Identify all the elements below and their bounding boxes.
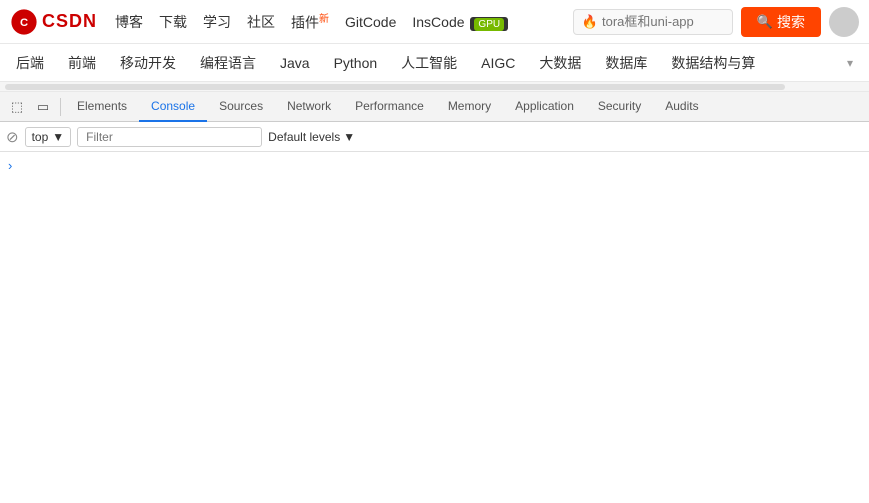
- tab-network[interactable]: Network: [275, 92, 343, 122]
- second-nav-proglang[interactable]: 编程语言: [200, 53, 256, 73]
- console-toolbar: ⊘ top ▼ Default levels ▼: [0, 122, 869, 152]
- second-nav: 后端 前端 移动开发 编程语言 Java Python 人工智能 AIGC 大数…: [0, 44, 869, 82]
- nav-link-community[interactable]: 社区: [247, 12, 275, 32]
- search-input[interactable]: [602, 14, 722, 29]
- gpu-badge: GPU: [474, 18, 504, 31]
- nav-link-learn[interactable]: 学习: [203, 12, 231, 32]
- tab-security[interactable]: Security: [586, 92, 653, 122]
- context-select[interactable]: top ▼: [25, 127, 72, 147]
- scroll-bar-area[interactable]: [0, 82, 869, 92]
- nav-link-gitcode[interactable]: GitCode: [345, 14, 396, 30]
- console-prompt-arrow[interactable]: ›: [8, 156, 861, 176]
- scroll-thumb: [5, 84, 785, 90]
- logo[interactable]: C CSDN: [10, 8, 97, 36]
- new-badge: 新: [319, 14, 329, 25]
- nav-link-inscode[interactable]: InsCode GPU: [412, 14, 508, 30]
- dropdown-arrow-icon: ▼: [52, 130, 64, 144]
- search-icon: 🔍: [757, 14, 773, 30]
- second-nav-datastruct[interactable]: 数据结构与算: [671, 53, 755, 73]
- inspector-button[interactable]: ⬚: [4, 94, 30, 120]
- search-area: 🔥 🔍 搜索: [573, 7, 859, 37]
- devtools-tabs: Elements Console Sources Network Perform…: [65, 92, 865, 122]
- mobile-button[interactable]: ▭: [30, 94, 56, 120]
- logo-icon: C: [10, 8, 38, 36]
- inspector-icon: ⬚: [11, 99, 23, 115]
- second-nav-java[interactable]: Java: [280, 55, 310, 71]
- main-content: ⬚ ▭ Elements Console Sources Network Per…: [0, 82, 869, 503]
- tab-console[interactable]: Console: [139, 92, 207, 122]
- logo-text: CSDN: [42, 11, 97, 32]
- second-nav-python[interactable]: Python: [334, 55, 378, 71]
- second-nav-db[interactable]: 数据库: [605, 53, 647, 73]
- second-nav-frontend[interactable]: 前端: [68, 53, 96, 73]
- devtools-separator: [60, 98, 61, 116]
- fire-icon: 🔥: [582, 14, 598, 30]
- second-nav-ai[interactable]: 人工智能: [401, 53, 457, 73]
- tab-performance[interactable]: Performance: [343, 92, 436, 122]
- console-area[interactable]: ›: [0, 152, 869, 503]
- nav-link-plugin[interactable]: 插件新: [291, 10, 329, 33]
- tab-sources[interactable]: Sources: [207, 92, 275, 122]
- search-button[interactable]: 🔍 搜索: [741, 7, 821, 37]
- top-nav-links: 博客 下载 学习 社区 插件新 GitCode InsCode GPU: [115, 10, 555, 33]
- levels-arrow-icon: ▼: [343, 130, 355, 144]
- second-nav-aigc[interactable]: AIGC: [481, 55, 515, 71]
- inscode-badge: GPU: [470, 17, 508, 31]
- avatar[interactable]: [829, 7, 859, 37]
- second-nav-bigdata[interactable]: 大数据: [539, 53, 581, 73]
- mobile-icon: ▭: [37, 99, 49, 115]
- nav-link-blog[interactable]: 博客: [115, 12, 143, 32]
- second-nav-mobile[interactable]: 移动开发: [120, 53, 176, 73]
- tab-audits[interactable]: Audits: [653, 92, 710, 122]
- svg-text:C: C: [20, 17, 28, 29]
- search-input-wrap: 🔥: [573, 9, 733, 35]
- second-nav-backend[interactable]: 后端: [16, 53, 44, 73]
- levels-select[interactable]: Default levels ▼: [268, 130, 355, 144]
- tab-memory[interactable]: Memory: [436, 92, 503, 122]
- tab-application[interactable]: Application: [503, 92, 586, 122]
- nav-link-download[interactable]: 下载: [159, 12, 187, 32]
- no-entry-icon[interactable]: ⊘: [6, 128, 19, 146]
- top-nav: C CSDN 博客 下载 学习 社区 插件新 GitCode InsCode G…: [0, 0, 869, 44]
- expand-icon[interactable]: ▾: [847, 56, 853, 70]
- filter-input[interactable]: [77, 127, 262, 147]
- devtools-bar: ⬚ ▭ Elements Console Sources Network Per…: [0, 92, 869, 122]
- tab-elements[interactable]: Elements: [65, 92, 139, 122]
